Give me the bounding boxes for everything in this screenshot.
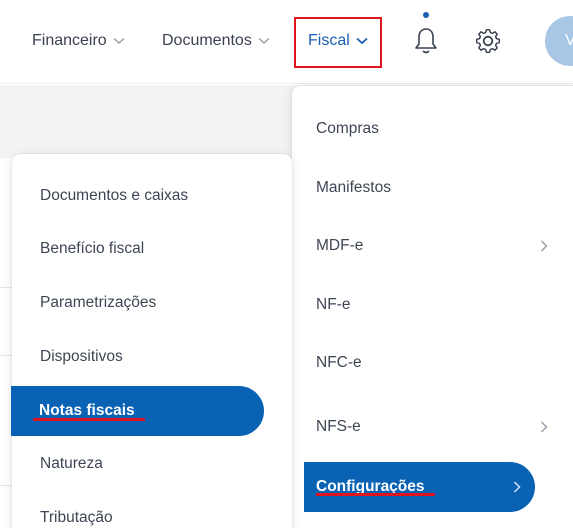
menu-item-notas-fiscais[interactable]: Notas fiscais <box>11 386 264 436</box>
menu-item-compras[interactable]: Compras <box>292 104 573 154</box>
menu-item-documentos-e-caixas[interactable]: Documentos e caixas <box>12 171 292 221</box>
configuracoes-submenu: Documentos e caixas Benefício fiscal Par… <box>11 154 292 528</box>
configuracoes-red-underline <box>316 493 435 496</box>
menu-item-nfs-e[interactable]: NFS-e <box>292 402 573 452</box>
menu-item-configuracoes[interactable]: Configurações <box>304 462 535 512</box>
menu-item-nfc-e[interactable]: NFC-e <box>292 338 573 388</box>
menu-item-label: Tributação <box>40 509 113 526</box>
menu-item-label: Dispositivos <box>40 348 123 365</box>
avatar[interactable]: V <box>545 16 573 66</box>
menu-item-dispositivos[interactable]: Dispositivos <box>12 332 292 382</box>
menu-item-label: Parametrizações <box>40 294 157 311</box>
chevron-down-icon <box>258 37 270 45</box>
nav-documentos[interactable]: Documentos <box>162 30 270 52</box>
menu-item-parametrizacoes[interactable]: Parametrizações <box>12 278 292 328</box>
notification-dot <box>423 12 429 18</box>
notas-fiscais-red-underline <box>33 418 145 421</box>
chevron-right-icon <box>540 240 548 252</box>
fiscal-dropdown-menu: Compras Manifestos MDF-e NF-e NFC-e NFS-… <box>292 86 573 528</box>
fiscal-highlight-box <box>294 17 382 68</box>
nav-label: Financeiro <box>32 32 107 49</box>
menu-item-label: Documentos e caixas <box>40 187 189 204</box>
menu-item-label: MDF-e <box>316 237 364 254</box>
top-navigation-bar: Financeiro Documentos Fiscal V <box>0 0 573 84</box>
gear-icon[interactable] <box>474 27 502 55</box>
app-window: Financeiro Documentos Fiscal V Compras M… <box>0 0 573 528</box>
menu-item-mdf-e[interactable]: MDF-e <box>292 221 573 271</box>
menu-item-tributacao[interactable]: Tributação <box>12 493 292 528</box>
nav-financeiro[interactable]: Financeiro <box>32 30 125 52</box>
menu-item-label: Natureza <box>40 455 103 472</box>
menu-item-label: NFC-e <box>316 354 362 371</box>
chevron-right-icon <box>540 421 548 433</box>
menu-item-label: Benefício fiscal <box>40 240 145 257</box>
menu-item-label: Manifestos <box>316 179 391 196</box>
chevron-down-icon <box>113 37 125 45</box>
menu-item-label: NF-e <box>316 296 351 313</box>
menu-item-label: NFS-e <box>316 418 361 435</box>
nav-label: Documentos <box>162 32 252 49</box>
menu-item-manifestos[interactable]: Manifestos <box>292 163 573 213</box>
menu-item-beneficio-fiscal[interactable]: Benefício fiscal <box>12 224 292 274</box>
menu-item-label: Compras <box>316 120 379 137</box>
menu-item-natureza[interactable]: Natureza <box>12 439 292 489</box>
menu-item-nf-e[interactable]: NF-e <box>292 280 573 330</box>
avatar-initial: V <box>565 32 573 49</box>
bell-icon[interactable] <box>413 26 439 56</box>
chevron-right-icon <box>513 481 521 493</box>
